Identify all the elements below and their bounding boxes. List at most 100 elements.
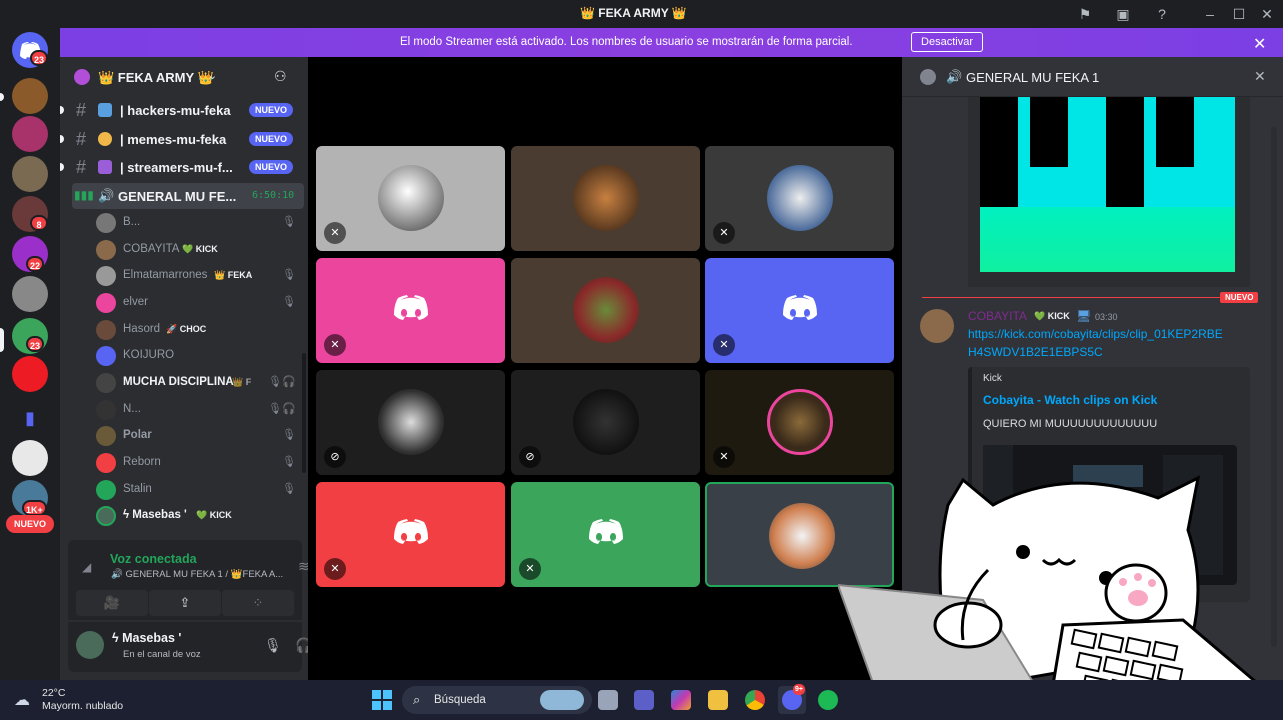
windows-start-icon[interactable] [372,690,392,710]
avatar [767,165,833,231]
voice-member[interactable]: Reborn 🎙 [96,451,296,475]
participant-tile[interactable]: ✕ [705,258,894,363]
voice-member[interactable]: Stalin 🎙 [96,478,296,502]
member-name: Reborn [123,456,161,468]
voice-member[interactable]: MUCHA DISCIPLINA 👑 F 🎙 🎧 [96,371,296,395]
server-icon[interactable] [12,116,48,152]
weather-icon[interactable]: ☁ [14,690,30,710]
message-author[interactable]: COBAYITA [968,309,1027,323]
voice-member[interactable]: B... 🎙 [96,211,296,235]
member-tag: 💚 KICK [182,244,218,254]
chrome-icon[interactable] [745,690,765,710]
taskbar-search[interactable]: ⌕ Búsqueda [402,686,592,714]
participant-tile[interactable]: ✕ [316,482,505,587]
muted-icon: ✕ [519,558,541,580]
avatar[interactable] [76,631,104,659]
teams-icon[interactable] [634,690,654,710]
avatar[interactable] [920,309,954,343]
participant-tile[interactable] [511,258,700,363]
voice-member[interactable]: N... 🎙 🎧 [96,398,296,422]
avatar [96,320,116,340]
window-title: 👑 FEKA ARMY 👑 [580,6,687,20]
deafened-icon: 🎧 [282,403,296,415]
voice-member[interactable]: Elmatamarrones 👑 FEKA 🎙 [96,264,296,288]
discord-logo-icon [394,295,428,320]
task-view-icon[interactable] [598,690,618,710]
chat-bubble-icon[interactable] [920,69,936,85]
participant-tile[interactable]: ⊘ [316,370,505,475]
spotify-icon[interactable] [818,690,838,710]
unread-dot [60,135,64,143]
muted-icon: 🎙 [282,456,296,468]
server-icon[interactable] [12,156,48,192]
voice-member[interactable]: Polar 🎙 [96,424,296,448]
flag-icon[interactable]: ⚑ [1076,5,1094,23]
server-icon[interactable] [12,440,48,476]
embed-description: QUIERO MI MUUUUUUUUUUUUU [983,418,1158,430]
home-badge: 23 [30,50,49,66]
avatar [96,400,116,420]
user-name: ϟ Masebas ' [112,631,182,645]
member-tag: 🚀 CHOC [166,324,207,334]
close-icon[interactable]: ✕ [1254,68,1266,85]
voice-member[interactable]: ϟ Masebas ' 💚 KICK [96,504,296,528]
avatar [769,503,835,569]
alien-emoji-icon [98,160,112,174]
muted-icon: ✕ [713,222,735,244]
avatar [96,213,116,233]
channel-memes[interactable]: # | memes-mu-feka NUEVO [60,126,304,152]
inbox-icon[interactable]: ▣ [1114,5,1132,23]
voice-member[interactable]: elver 🎙 [96,291,296,315]
embed-provider[interactable]: Kick [983,373,1002,384]
voice-member[interactable]: Hasord 🚀 CHOC [96,318,296,342]
participant-tile[interactable]: ✕ [316,258,505,363]
participant-tile[interactable]: ✕ [511,482,700,587]
maximize-icon[interactable]: ☐ [1230,5,1248,23]
message-link[interactable]: https://kick.com/cobayita/clips/clip_01K… [968,327,1223,341]
participant-tile[interactable]: ✕ [316,146,505,251]
help-icon[interactable]: ? [1153,5,1171,23]
deactivate-button[interactable]: Desactivar [911,32,983,52]
screen-share-button[interactable]: ⇪ [149,590,221,616]
participant-tile[interactable] [511,146,700,251]
server-icon[interactable] [12,276,48,312]
avatar [573,277,639,343]
discord-taskbar-button[interactable]: 9+ [778,684,806,714]
voice-status-location[interactable]: 🔊 GENERAL MU FEKA 1 / 👑FEKA A... [111,569,283,580]
computer-emoji-icon [98,103,112,117]
copilot-icon[interactable] [671,690,691,710]
embed-title[interactable]: Cobayita - Watch clips on Kick [983,393,1157,407]
sidebar-scrollbar[interactable] [302,353,306,473]
unread-dot [60,106,64,114]
signal-icon[interactable]: ◢ [82,560,91,574]
file-explorer-icon[interactable] [708,690,728,710]
channel-hackers[interactable]: # | hackers-mu-feka NUEVO [60,97,304,123]
message-link-continued[interactable]: H4SWDV1B2E1EBPS5C [968,345,1103,359]
title-bar: 👑 FEKA ARMY 👑 ⚑ ▣ ? – ☐ ✕ [0,0,1283,28]
server-icon[interactable] [12,356,48,392]
add-user-icon[interactable]: ⚇ [274,68,287,85]
rail-new-badge[interactable]: NUEVO [6,515,54,533]
server-badge: 23 [26,336,45,352]
voice-member[interactable]: COBAYITA 💚 KICK [96,238,296,262]
camera-button[interactable]: 🎥 [76,590,148,616]
server-header[interactable]: 👑 FEKA ARMY 👑 ⌄ ⚇ [60,57,308,97]
activities-button[interactable]: ⁘ [222,590,294,616]
voice-member[interactable]: KOIJURO [96,344,296,368]
microphone-icon[interactable]: 🎙 [264,637,282,654]
voice-channel-general[interactable]: ▮▮▮ 🔊 GENERAL MU FE... 6:50:10 [72,183,304,209]
participant-tile[interactable]: ⊘ [511,370,700,475]
voice-stage: ✕ ✕ ✕ ✕ ⊘ ⊘ ✕ ✕ ✕ [308,57,902,680]
weather-widget[interactable]: 22°C Mayorm. nublado [42,687,123,713]
close-icon[interactable]: ✕ [1253,34,1266,54]
participant-tile[interactable]: ✕ [705,146,894,251]
server-icon[interactable] [12,78,48,114]
minimize-icon[interactable]: – [1201,5,1219,23]
server-name: 👑 FEKA ARMY 👑 [98,70,214,85]
attachment-image[interactable] [980,97,1235,272]
new-badge: NUEVO [1220,292,1259,303]
close-window-icon[interactable]: ✕ [1258,5,1276,23]
member-name: Elmatamarrones [123,269,208,281]
channel-streamers[interactable]: # | streamers-mu-f... NUEVO [60,154,304,180]
folder-icon[interactable]: ▮ [12,400,48,436]
